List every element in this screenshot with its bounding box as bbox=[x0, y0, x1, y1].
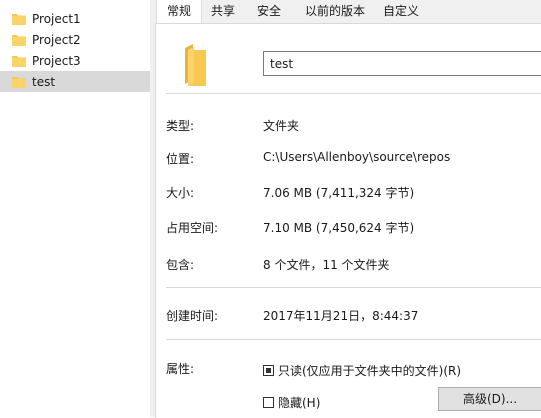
properties-dialog: 常规 共享 安全 以前的版本 自定义 类型: 文件夹 位置: C:\Users\… bbox=[150, 0, 541, 418]
attributes-label: 属性: bbox=[166, 362, 195, 376]
tree-item-test[interactable]: test bbox=[0, 71, 150, 92]
hidden-option[interactable]: 隐藏(H) bbox=[263, 394, 320, 411]
folder-name-input[interactable] bbox=[263, 51, 541, 76]
disk-size-label: 占用空间: bbox=[166, 221, 219, 235]
disk-size-value: 7.10 MB (7,450,624 字节) bbox=[263, 221, 415, 235]
tree-item-label: test bbox=[32, 74, 56, 89]
size-label: 大小: bbox=[166, 186, 195, 200]
created-value: 2017年11月21日，8:44:37 bbox=[263, 309, 419, 323]
folder-icon bbox=[184, 44, 208, 89]
hidden-label: 隐藏(H) bbox=[278, 396, 321, 410]
folder-icon bbox=[12, 55, 26, 67]
contains-label: 包含: bbox=[166, 258, 195, 272]
location-label: 位置: bbox=[166, 152, 195, 166]
folder-icon bbox=[12, 13, 26, 25]
tab-strip: 常规 共享 安全 以前的版本 自定义 bbox=[150, 0, 541, 25]
tab-sharing[interactable]: 共享 bbox=[204, 0, 242, 22]
created-label: 创建时间: bbox=[166, 309, 219, 323]
advanced-button[interactable]: 高级(D)... bbox=[438, 387, 541, 411]
navigation-pane: Project1 Project2 Project3 test bbox=[0, 0, 151, 417]
general-panel: 类型: 文件夹 位置: C:\Users\Allenboy\source\rep… bbox=[155, 23, 541, 418]
tree-item-label: Project1 bbox=[32, 11, 81, 26]
type-value: 文件夹 bbox=[263, 119, 300, 133]
tree-item-label: Project2 bbox=[32, 32, 81, 47]
tab-security[interactable]: 安全 bbox=[250, 0, 288, 22]
separator bbox=[166, 339, 541, 340]
tab-previous-versions[interactable]: 以前的版本 bbox=[296, 0, 374, 22]
tree-item-project1[interactable]: Project1 bbox=[0, 8, 150, 29]
readonly-checkbox[interactable] bbox=[263, 365, 274, 376]
readonly-label: 只读(仅应用于文件夹中的文件)(R) bbox=[278, 364, 462, 378]
separator bbox=[166, 287, 541, 288]
tab-general[interactable]: 常规 bbox=[156, 0, 202, 24]
hidden-checkbox[interactable] bbox=[263, 397, 274, 408]
folder-icon bbox=[12, 34, 26, 46]
tree-item-project2[interactable]: Project2 bbox=[0, 29, 150, 50]
location-value: C:\Users\Allenboy\source\repos bbox=[263, 150, 451, 164]
type-label: 类型: bbox=[166, 119, 195, 133]
tree-item-project3[interactable]: Project3 bbox=[0, 50, 150, 71]
folder-icon bbox=[12, 76, 26, 88]
readonly-option[interactable]: 只读(仅应用于文件夹中的文件)(R) bbox=[263, 362, 461, 379]
tree-item-label: Project3 bbox=[32, 53, 81, 68]
separator bbox=[166, 93, 541, 94]
contains-value: 8 个文件，11 个文件夹 bbox=[263, 258, 390, 272]
tab-customize[interactable]: 自定义 bbox=[376, 0, 426, 22]
size-value: 7.06 MB (7,411,324 字节) bbox=[263, 186, 415, 200]
